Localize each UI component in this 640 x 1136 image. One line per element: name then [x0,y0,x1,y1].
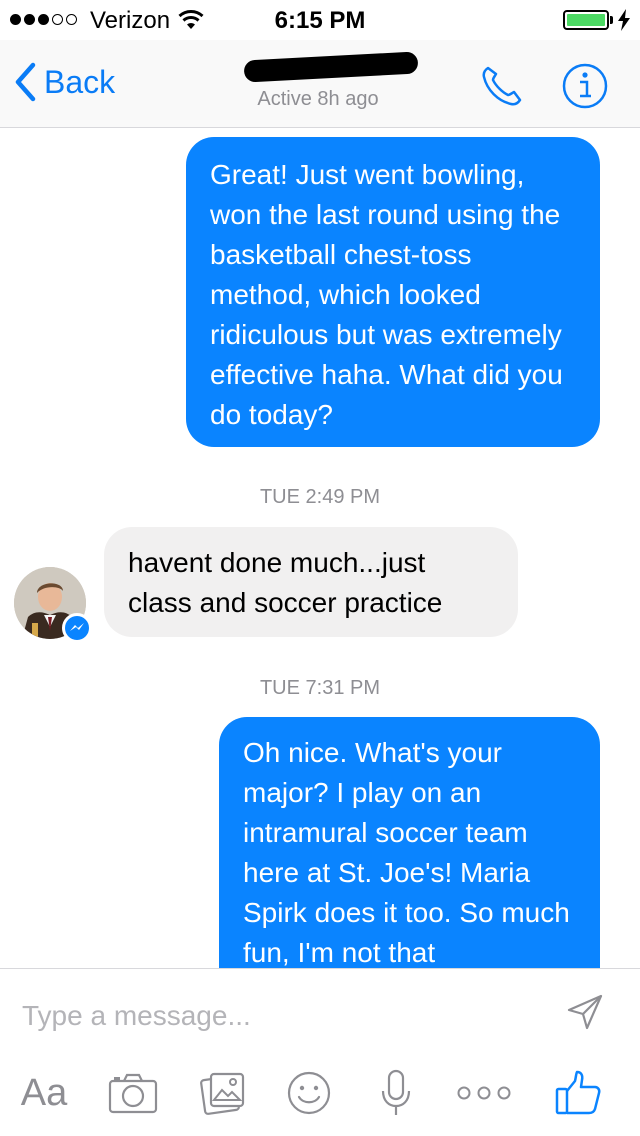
message-timestamp: TUE 7:31 PM [259,677,381,699]
photo-icon[interactable] [196,1065,250,1121]
phone-icon[interactable] [478,62,526,110]
aa-label: Aa [20,1071,68,1114]
message-composer: Aa [0,968,640,1136]
emoji-icon[interactable] [284,1065,334,1121]
more-icon[interactable] [454,1065,514,1121]
status-bar: Verizon 6:15 PM [0,0,640,40]
text-format-icon[interactable]: Aa [16,1065,72,1121]
send-icon[interactable] [566,993,604,1031]
redacted-contact-name[interactable] [243,51,419,83]
microphone-icon[interactable] [376,1065,416,1121]
charging-bolt-icon [618,9,630,31]
info-icon[interactable] [561,62,609,110]
message-input[interactable] [22,991,542,1041]
status-time: 6:15 PM [274,7,366,34]
conversation-header: Back Active 8h ago [0,40,640,128]
messenger-badge-icon [62,613,92,643]
outgoing-message-bubble[interactable]: Great! Just went bowling, won the last r… [186,137,600,447]
battery-icon [563,10,609,30]
outgoing-message-bubble[interactable]: Oh nice. What's your major? I play on an… [219,717,600,977]
camera-icon[interactable] [106,1065,160,1121]
composer-toolbar: Aa [0,1065,640,1125]
battery-tip [610,16,613,24]
message-timestamp: TUE 2:49 PM [259,486,381,508]
like-icon[interactable] [550,1065,606,1121]
incoming-message-bubble[interactable]: havent done much...just class and soccer… [104,527,518,637]
active-status: Active 8h ago [257,88,379,110]
